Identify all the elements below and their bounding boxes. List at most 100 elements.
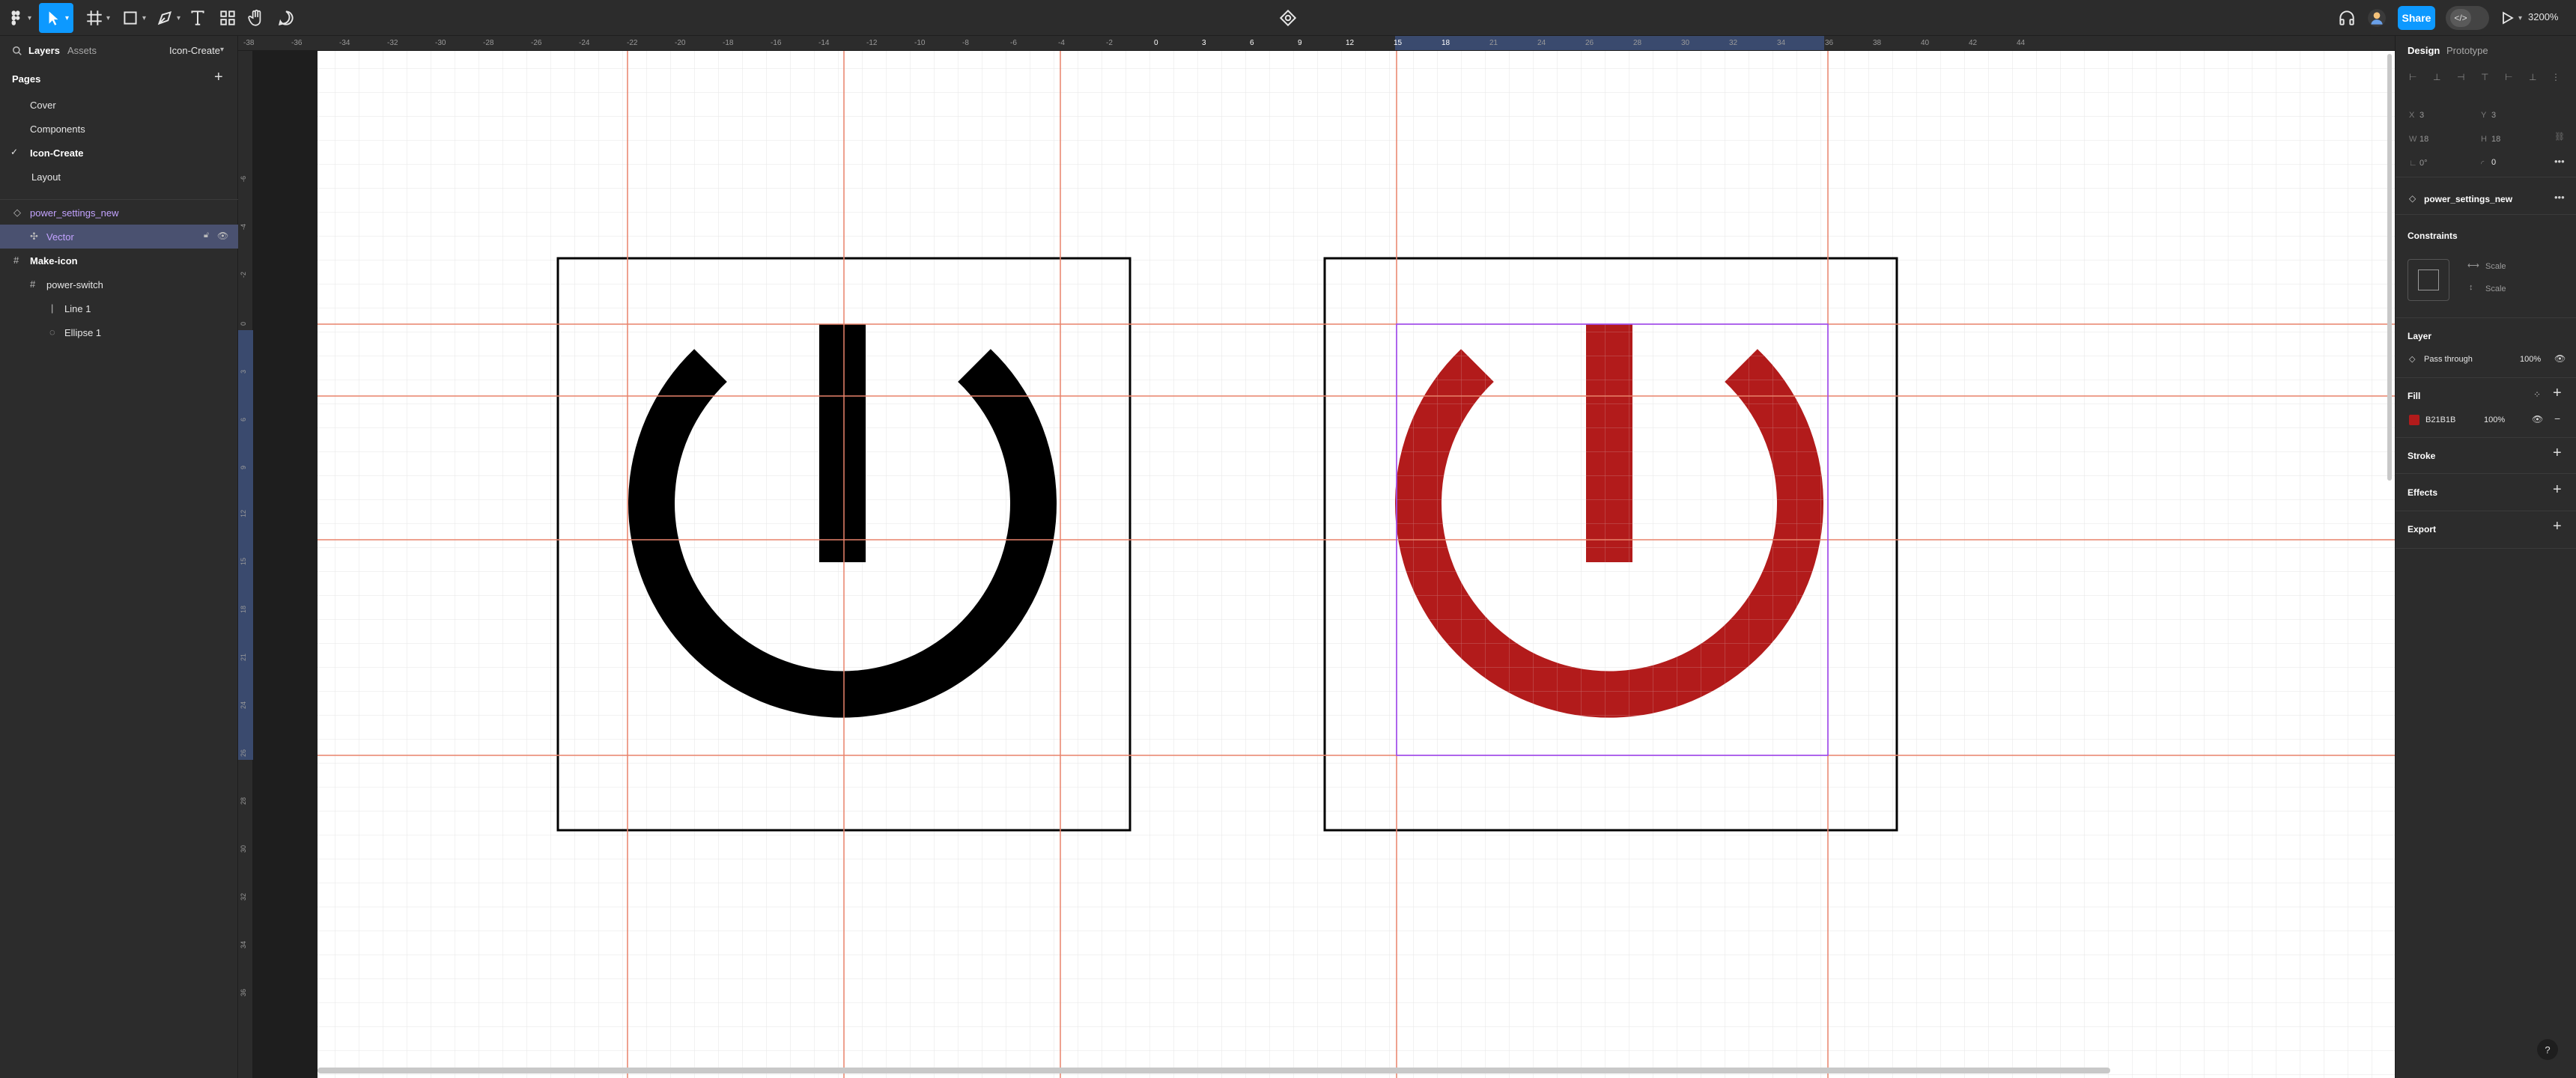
tab-design[interactable]: Design <box>2408 45 2440 56</box>
divider <box>2396 548 2576 549</box>
layer-title: Layer <box>2408 331 2432 341</box>
effects-title[interactable]: Effects <box>2408 487 2437 498</box>
divider <box>2396 317 2576 318</box>
figma-menu-icon[interactable]: ▾ <box>4 3 33 33</box>
add-effect-icon[interactable]: + <box>2553 481 2562 499</box>
page-item-components[interactable]: Components <box>0 117 238 141</box>
horizontal-scrollbar[interactable] <box>318 1068 2110 1074</box>
code-icon: </> <box>2450 9 2471 27</box>
align-center-h-icon[interactable]: ⊥ <box>2433 72 2440 82</box>
constraints-widget[interactable] <box>2408 259 2449 301</box>
more-icon[interactable]: ••• <box>2554 156 2565 167</box>
layer-opacity-field[interactable]: 100% <box>2520 355 2541 364</box>
ruler-label: 12 <box>1346 39 1355 47</box>
headphones-icon[interactable] <box>2336 3 2357 33</box>
ruler-label: -20 <box>675 39 686 47</box>
avatar[interactable] <box>2366 3 2387 33</box>
align-center-v-icon[interactable]: ⊢ <box>2505 72 2512 82</box>
page-selector[interactable]: Icon-Create <box>169 45 220 56</box>
tab-prototype[interactable]: Prototype <box>2446 45 2488 56</box>
align-left-icon[interactable]: ⊢ <box>2409 72 2416 82</box>
styles-icon[interactable]: ⁘ <box>2533 389 2541 400</box>
add-stroke-icon[interactable]: + <box>2553 445 2562 462</box>
rotation-field[interactable]: 0° <box>2419 159 2428 168</box>
add-page-icon[interactable]: + <box>214 69 223 86</box>
ruler-label: -24 <box>579 39 590 47</box>
fill-opacity-field[interactable]: 100% <box>2484 415 2505 424</box>
right-panel: Design Prototype ⊢ ⊥ ⊣ ⊤ ⊢ ⊥ ⋮ X 3 Y 3 W… <box>2395 36 2576 1078</box>
fill-hex-field[interactable]: B21B1B <box>2425 415 2455 424</box>
canvas[interactable] <box>318 51 2395 1078</box>
vertical-constraint-select[interactable]: Scale <box>2485 284 2506 293</box>
page-item-cover[interactable]: Cover <box>0 93 238 117</box>
more-icon[interactable]: ••• <box>2554 192 2565 203</box>
corner-radius-field[interactable]: 0 <box>2491 158 2496 167</box>
ruler-label: 44 <box>2017 39 2026 47</box>
align-top-icon[interactable]: ⊤ <box>2481 72 2488 82</box>
ruler-top[interactable]: -44-42-40-38-36-34-32-30-28-26-24-22-20-… <box>238 36 2395 51</box>
resources-icon[interactable] <box>217 3 238 33</box>
vertical-scrollbar[interactable] <box>2387 54 2392 481</box>
align-bottom-icon[interactable]: ⊥ <box>2529 72 2536 82</box>
layer-line-1[interactable]: | Line 1 <box>0 296 238 320</box>
ruler-left[interactable]: -6 -4 -2 0 3 6 9 12 15 18 21 24 26 28 30 32 34 36 <box>238 51 253 1078</box>
ruler-label: -34 <box>339 39 350 47</box>
add-export-icon[interactable]: + <box>2553 518 2562 535</box>
share-button[interactable]: Share <box>2398 6 2435 30</box>
pen-tool-icon[interactable]: ▾ <box>153 3 183 33</box>
eye-icon[interactable]: 👁︎ <box>2554 353 2566 364</box>
dev-mode-toggle[interactable]: </> <box>2446 6 2489 30</box>
width-field[interactable]: 18 <box>2419 135 2428 144</box>
comment-tool-icon[interactable] <box>276 3 297 33</box>
check-icon: ✓ <box>10 147 19 157</box>
eye-icon[interactable]: 👁︎ <box>2532 414 2543 424</box>
ruler-label: 21 <box>240 653 247 661</box>
layer-vector[interactable]: ✣ Vector 🔓︎ 👁︎ <box>0 225 238 249</box>
height-field[interactable]: 18 <box>2491 135 2500 144</box>
layer-ellipse-1[interactable]: ◌ Ellipse 1 <box>0 320 238 344</box>
tab-layers[interactable]: Layers <box>28 45 60 56</box>
y-field[interactable]: 3 <box>2491 111 2496 120</box>
vector-icon: ✣ <box>30 231 38 242</box>
hand-tool-icon[interactable] <box>246 3 267 33</box>
text-tool-icon[interactable] <box>187 3 208 33</box>
page-item-icon-create[interactable]: ✓ Icon-Create <box>0 141 238 165</box>
horizontal-constraint-select[interactable]: Scale <box>2485 262 2506 271</box>
align-right-icon[interactable]: ⊣ <box>2457 72 2464 82</box>
ruler-label: -38 <box>243 39 255 47</box>
ruler-label: 6 <box>1250 39 1254 47</box>
canvas-background[interactable] <box>253 51 318 1078</box>
component-center-icon[interactable] <box>1278 3 1298 33</box>
page-label: Icon-Create <box>30 147 84 159</box>
blend-mode-icon: ◇ <box>2409 355 2416 364</box>
lock-icon[interactable]: 🔓︎ <box>204 231 209 240</box>
shape-tool-icon[interactable]: ▾ <box>118 3 148 33</box>
present-icon[interactable]: ▾ <box>2498 3 2522 33</box>
blend-mode-select[interactable]: Pass through <box>2424 355 2473 364</box>
distribute-icon[interactable]: ⋮ <box>2551 72 2560 82</box>
fill-swatch[interactable] <box>2409 415 2419 425</box>
move-tool-icon[interactable]: ▾ <box>39 3 73 33</box>
remove-fill-icon[interactable]: − <box>2554 412 2560 424</box>
chevron-down-icon[interactable]: ▾ <box>220 46 224 54</box>
page-item-layout[interactable]: Layout <box>0 165 238 189</box>
constraints-inner[interactable] <box>2418 270 2439 290</box>
add-fill-icon[interactable]: + <box>2553 385 2562 402</box>
export-title[interactable]: Export <box>2408 524 2436 535</box>
zoom-level[interactable]: 3200% <box>2528 11 2558 22</box>
frame-tool-icon[interactable]: ▾ <box>82 3 112 33</box>
layer-power-switch[interactable]: # power-switch <box>0 272 238 296</box>
eye-icon[interactable]: 👁︎ <box>217 231 228 241</box>
help-button[interactable]: ? <box>2537 1039 2558 1060</box>
component-name[interactable]: power_settings_new <box>2424 194 2512 204</box>
selection-ruler-highlight <box>238 330 253 760</box>
search-icon[interactable] <box>12 46 22 56</box>
x-field[interactable]: 3 <box>2419 111 2424 120</box>
component-icon: ◇ <box>2409 193 2416 204</box>
stroke-title[interactable]: Stroke <box>2408 451 2435 461</box>
tab-assets[interactable]: Assets <box>67 45 97 56</box>
layer-power-settings-new[interactable]: ◇ power_settings_new <box>0 201 238 225</box>
constrain-proportions-icon[interactable]: ⛓︎ <box>2554 132 2565 141</box>
ruler-label: 28 <box>1633 39 1642 47</box>
layer-make-icon[interactable]: # Make-icon <box>0 249 238 272</box>
